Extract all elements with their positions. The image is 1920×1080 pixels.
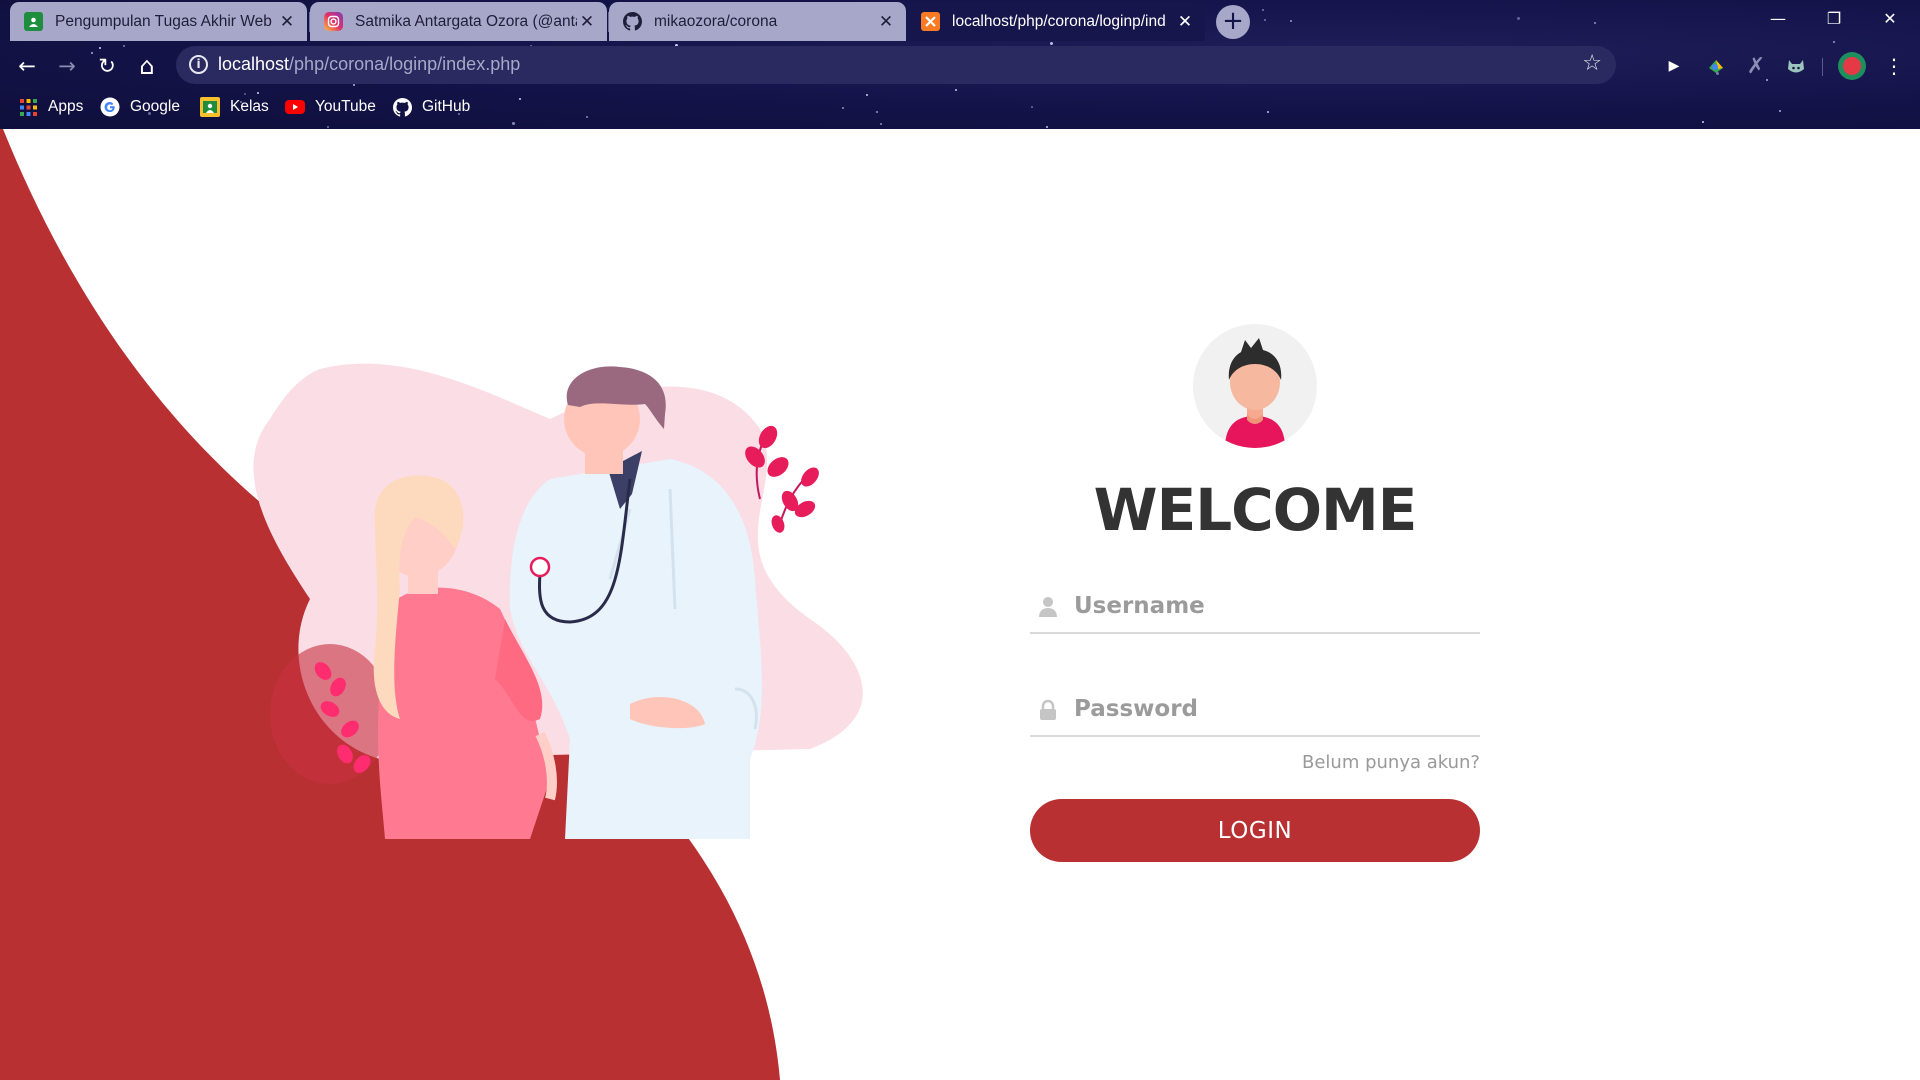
login-page: WELCOME Belum punya akun? LOGIN <box>0 129 1920 1080</box>
theme-star <box>1833 41 1835 43</box>
username-field <box>1030 582 1480 634</box>
reload-button[interactable]: ↻ <box>91 50 123 82</box>
google-icon <box>100 97 120 117</box>
toolbar-divider <box>1822 58 1823 76</box>
restore-button[interactable]: ❐ <box>1806 0 1862 38</box>
tab-close-button[interactable]: ✕ <box>876 12 896 32</box>
tab-instagram[interactable]: Satmika Antargata Ozora (@anta ✕ <box>310 2 607 41</box>
password-field <box>1030 685 1480 737</box>
tab-close-button[interactable]: ✕ <box>577 12 597 32</box>
address-bar[interactable]: i localhost/php/corona/loginp/index.php … <box>176 46 1616 84</box>
bookmarks-bar: Apps Google Kelas YouTube GitHub <box>0 92 1920 122</box>
username-input[interactable] <box>1074 588 1474 624</box>
url-path: /php/corona/loginp/index.php <box>289 54 521 74</box>
google-classroom-icon <box>24 12 43 31</box>
bookmark-label: GitHub <box>422 98 471 115</box>
github-icon <box>623 12 642 31</box>
theme-star <box>1050 42 1053 45</box>
bookmark-google[interactable]: Google <box>100 95 180 119</box>
tab-title: Satmika Antargata Ozora (@anta <box>355 12 577 30</box>
theme-star <box>1046 126 1048 128</box>
bookmark-label: YouTube <box>315 98 376 115</box>
profile-avatar[interactable] <box>1838 52 1866 80</box>
github-icon <box>392 97 412 117</box>
bookmark-label: Apps <box>48 98 84 115</box>
login-button[interactable]: LOGIN <box>1030 799 1480 862</box>
theme-star <box>955 89 957 91</box>
browser-chrome: Pengumpulan Tugas Akhir Web ✕ Satmika An… <box>0 0 1920 129</box>
window-close-button[interactable]: ✕ <box>1862 0 1918 38</box>
home-button[interactable]: ⌂ <box>131 50 163 82</box>
google-classroom-icon <box>200 97 220 117</box>
apps-grid-icon <box>18 97 38 117</box>
tab-close-button[interactable]: ✕ <box>277 12 297 32</box>
bookmark-apps[interactable]: Apps <box>18 95 83 119</box>
youtube-icon <box>285 97 305 117</box>
tab-strip: Pengumpulan Tugas Akhir Web ✕ Satmika An… <box>0 0 1920 41</box>
theme-star <box>512 122 515 125</box>
stethoscope-chestpiece <box>529 556 551 578</box>
user-avatar-icon <box>1225 338 1285 448</box>
tab-github-repo[interactable]: mikaozora/corona ✕ <box>609 2 906 41</box>
welcome-heading: WELCOME <box>1093 476 1418 544</box>
bookmark-kelas[interactable]: Kelas <box>200 95 269 119</box>
x-extension-icon[interactable]: ✗ <box>1744 54 1768 79</box>
back-button[interactable]: ← <box>11 50 43 82</box>
browser-toolbar: ← → ↻ ⌂ i localhost/php/corona/loginp/in… <box>0 46 1920 86</box>
tab-pengumpulan[interactable]: Pengumpulan Tugas Akhir Web ✕ <box>10 2 307 41</box>
instagram-icon <box>324 12 343 31</box>
menu-kebab-icon[interactable]: ⋮ <box>1882 54 1906 78</box>
new-tab-button[interactable]: + <box>1216 5 1250 39</box>
user-icon <box>1039 597 1057 617</box>
bookmark-github[interactable]: GitHub <box>392 95 470 119</box>
tab-title: mikaozora/corona <box>654 12 778 30</box>
url-host: localhost <box>218 54 290 74</box>
bookmark-youtube[interactable]: YouTube <box>285 95 376 119</box>
tab-localhost-active[interactable]: localhost/php/corona/loginp/ind ✕ <box>907 2 1205 41</box>
tab-title: localhost/php/corona/loginp/ind <box>952 12 1166 30</box>
password-input[interactable] <box>1074 691 1474 727</box>
cat-extension-icon[interactable] <box>1784 54 1808 78</box>
bookmark-label: Google <box>130 98 180 115</box>
xampp-icon <box>921 12 940 31</box>
url-text[interactable]: localhost/php/corona/loginp/index.php <box>218 54 520 75</box>
bookmark-star-icon[interactable]: ☆ <box>1582 51 1602 76</box>
tab-close-button[interactable]: ✕ <box>1175 12 1195 32</box>
avatar <box>1193 324 1317 448</box>
maps-extension-icon[interactable] <box>1704 54 1728 78</box>
theme-star <box>880 123 882 125</box>
site-info-icon[interactable]: i <box>189 55 208 74</box>
lock-icon <box>1040 699 1056 720</box>
play-extension-icon[interactable]: ▶ <box>1662 54 1686 78</box>
theme-star <box>327 126 329 128</box>
tab-title: Pengumpulan Tugas Akhir Web <box>55 12 272 30</box>
doctor-patient-illustration <box>253 363 863 839</box>
forward-button[interactable]: → <box>51 50 83 82</box>
register-link[interactable]: Belum punya akun? <box>1302 752 1480 773</box>
minimize-button[interactable]: — <box>1750 0 1806 38</box>
bookmark-label: Kelas <box>230 98 269 115</box>
